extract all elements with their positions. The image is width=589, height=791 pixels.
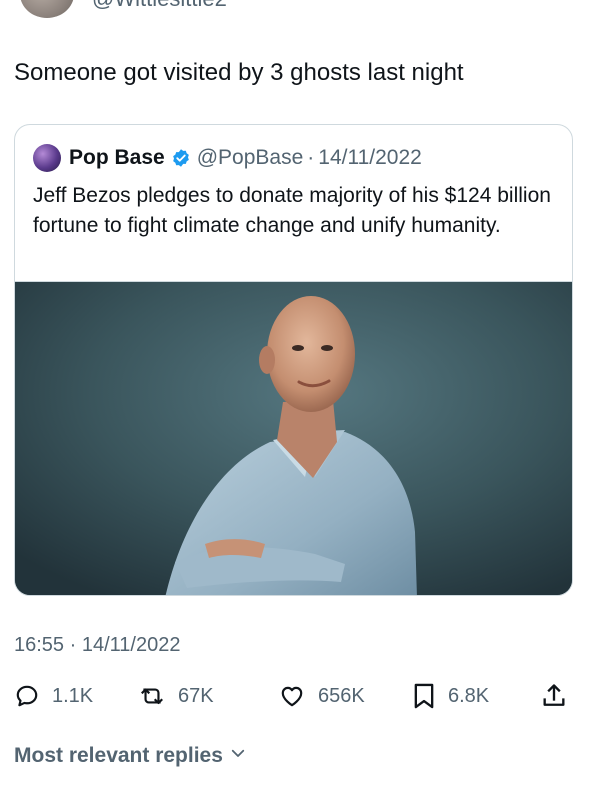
- like-button[interactable]: 656K: [278, 678, 365, 714]
- bookmark-icon: [412, 682, 436, 710]
- like-count: 656K: [318, 684, 365, 707]
- quoted-tweet-header: Pop Base @PopBase · 14/11/2022: [33, 143, 422, 173]
- previous-header: @Wittiesittie2: [0, 0, 589, 20]
- like-icon: [278, 683, 306, 709]
- replies-sort-label: Most relevant replies: [14, 744, 223, 767]
- author-avatar[interactable]: [20, 0, 74, 18]
- quoted-tweet-text: Jeff Bezos pledges to donate majority of…: [33, 184, 551, 237]
- meta-separator: ·: [69, 634, 77, 656]
- quoted-display-name[interactable]: Pop Base: [69, 146, 165, 170]
- bookmark-count: 6.8K: [448, 684, 490, 707]
- author-handle[interactable]: @Wittiesittie2: [92, 0, 227, 12]
- reply-icon: [14, 683, 40, 709]
- tweet-time: 16:55: [14, 634, 65, 656]
- share-icon: [540, 682, 568, 710]
- retweet-count: 67K: [178, 684, 214, 707]
- quoted-tweet-image[interactable]: [15, 281, 572, 595]
- tweet-timestamp[interactable]: 16:55 · 14/11/2022: [14, 634, 180, 657]
- retweet-button[interactable]: 67K: [138, 678, 214, 714]
- bookmark-button[interactable]: 6.8K: [412, 678, 489, 714]
- quoted-tweet-card[interactable]: Pop Base @PopBase · 14/11/2022 Jeff Bezo…: [14, 124, 573, 596]
- verified-badge-icon: [171, 148, 191, 168]
- reply-button[interactable]: 1.1K: [14, 678, 93, 714]
- quoted-date[interactable]: 14/11/2022: [318, 146, 422, 170]
- tweet-text: Someone got visited by 3 ghosts last nig…: [14, 59, 464, 86]
- separator-dot: ·: [307, 146, 315, 169]
- quoted-avatar[interactable]: [33, 144, 61, 172]
- tweet-date: 14/11/2022: [81, 634, 181, 656]
- retweet-icon: [138, 683, 166, 709]
- chevron-down-icon: [223, 744, 247, 768]
- portrait-photo: [15, 282, 572, 595]
- quoted-handle[interactable]: @PopBase: [197, 146, 304, 170]
- replies-sort-dropdown[interactable]: Most relevant replies: [14, 744, 247, 768]
- reply-count: 1.1K: [52, 684, 94, 707]
- tweet-actions-bar: 1.1K 67K 656K 6.8K: [14, 678, 574, 714]
- share-button[interactable]: [540, 678, 568, 714]
